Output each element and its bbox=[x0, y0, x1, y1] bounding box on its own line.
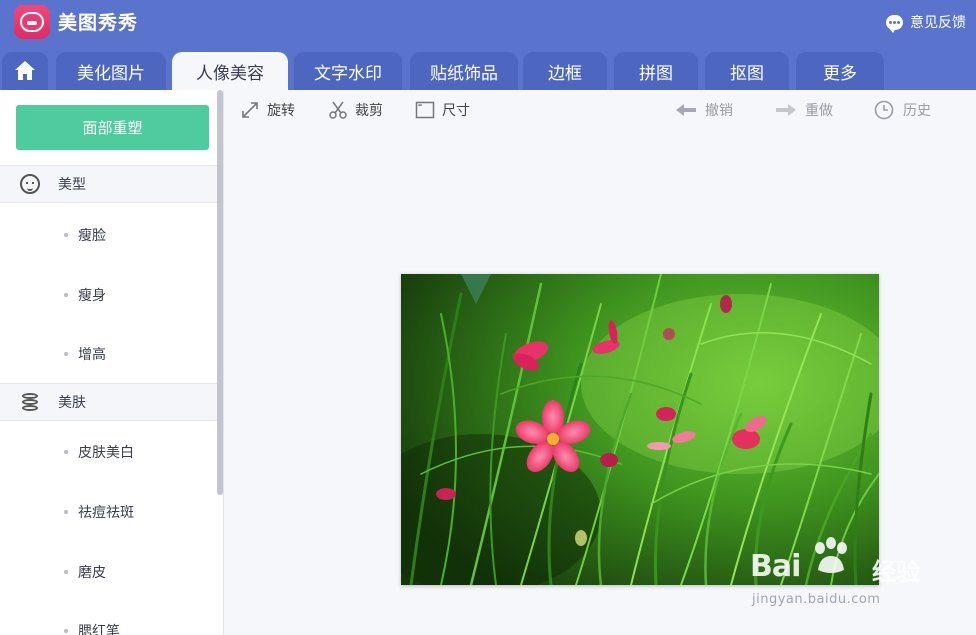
skin-icon bbox=[20, 392, 40, 412]
face-icon bbox=[20, 174, 40, 194]
tab-more[interactable]: 更多 bbox=[796, 52, 884, 90]
chat-bubble-icon bbox=[886, 14, 903, 33]
size-button[interactable]: 尺寸 bbox=[415, 100, 470, 120]
history-button[interactable]: 历史 bbox=[874, 100, 931, 120]
tab-portrait[interactable]: 人像美容 bbox=[172, 52, 288, 90]
section-title: 美型 bbox=[58, 177, 86, 193]
tab-stickers[interactable]: 贴纸饰品 bbox=[410, 52, 518, 90]
scissors-icon bbox=[329, 101, 347, 119]
clock-icon bbox=[874, 100, 894, 120]
baidu-jingyan-watermark: Bai 经验 jingyan.baidu.com bbox=[748, 537, 928, 610]
feedback-button[interactable]: 意见反馈 bbox=[886, 12, 966, 33]
sidebar-item-smooth[interactable]: 磨皮 bbox=[64, 562, 106, 582]
rotate-button[interactable]: 旋转 bbox=[240, 100, 295, 120]
section-shape[interactable]: 美型 bbox=[0, 165, 217, 203]
paw-icon bbox=[815, 537, 847, 573]
sidebar-scrollbar[interactable] bbox=[217, 90, 223, 495]
sidebar-item-slim-body[interactable]: 瘦身 bbox=[64, 285, 106, 305]
app-header: 美图秀秀 意见反馈 美化图片 人像美容 文字水印 贴纸饰品 边框 拼图 抠图 更… bbox=[0, 0, 976, 90]
section-title: 美肤 bbox=[58, 395, 86, 411]
tab-frames[interactable]: 边框 bbox=[523, 52, 607, 90]
sidebar-item-height[interactable]: 增高 bbox=[64, 344, 106, 364]
undo-arrow-icon bbox=[676, 104, 696, 116]
resize-icon bbox=[415, 101, 435, 119]
sidebar-item-acne[interactable]: 祛痘祛斑 bbox=[64, 502, 134, 522]
section-skin[interactable]: 美肤 bbox=[0, 383, 217, 421]
home-icon bbox=[14, 61, 36, 81]
face-reshape-button[interactable]: 面部重塑 bbox=[16, 105, 209, 150]
sidebar-item-blush[interactable]: 腮红笔 bbox=[64, 621, 120, 635]
crop-button[interactable]: 裁剪 bbox=[328, 100, 383, 120]
feedback-label: 意见反馈 bbox=[910, 15, 966, 31]
sidebar-item-whitening[interactable]: 皮肤美白 bbox=[64, 442, 134, 462]
undo-button[interactable]: 撤销 bbox=[674, 100, 733, 120]
tab-text-watermark[interactable]: 文字水印 bbox=[294, 52, 402, 90]
app-logo-icon bbox=[14, 5, 50, 39]
main-tabs: 美化图片 人像美容 文字水印 贴纸饰品 边框 拼图 抠图 更多 bbox=[0, 52, 976, 90]
tab-home[interactable] bbox=[2, 52, 48, 90]
redo-button[interactable]: 重做 bbox=[774, 100, 833, 120]
sidebar: 面部重塑 美型 瘦脸 瘦身 增高 美肤 皮肤美白 祛痘祛斑 磨皮 腮红笔 bbox=[0, 90, 224, 635]
tab-cutout[interactable]: 抠图 bbox=[705, 52, 789, 90]
redo-arrow-icon bbox=[776, 104, 796, 116]
sidebar-item-slim-face[interactable]: 瘦脸 bbox=[64, 225, 106, 245]
tab-beautify[interactable]: 美化图片 bbox=[56, 52, 166, 90]
rotate-icon bbox=[242, 102, 258, 118]
app-title: 美图秀秀 bbox=[58, 12, 139, 34]
tab-collage[interactable]: 拼图 bbox=[614, 52, 698, 90]
